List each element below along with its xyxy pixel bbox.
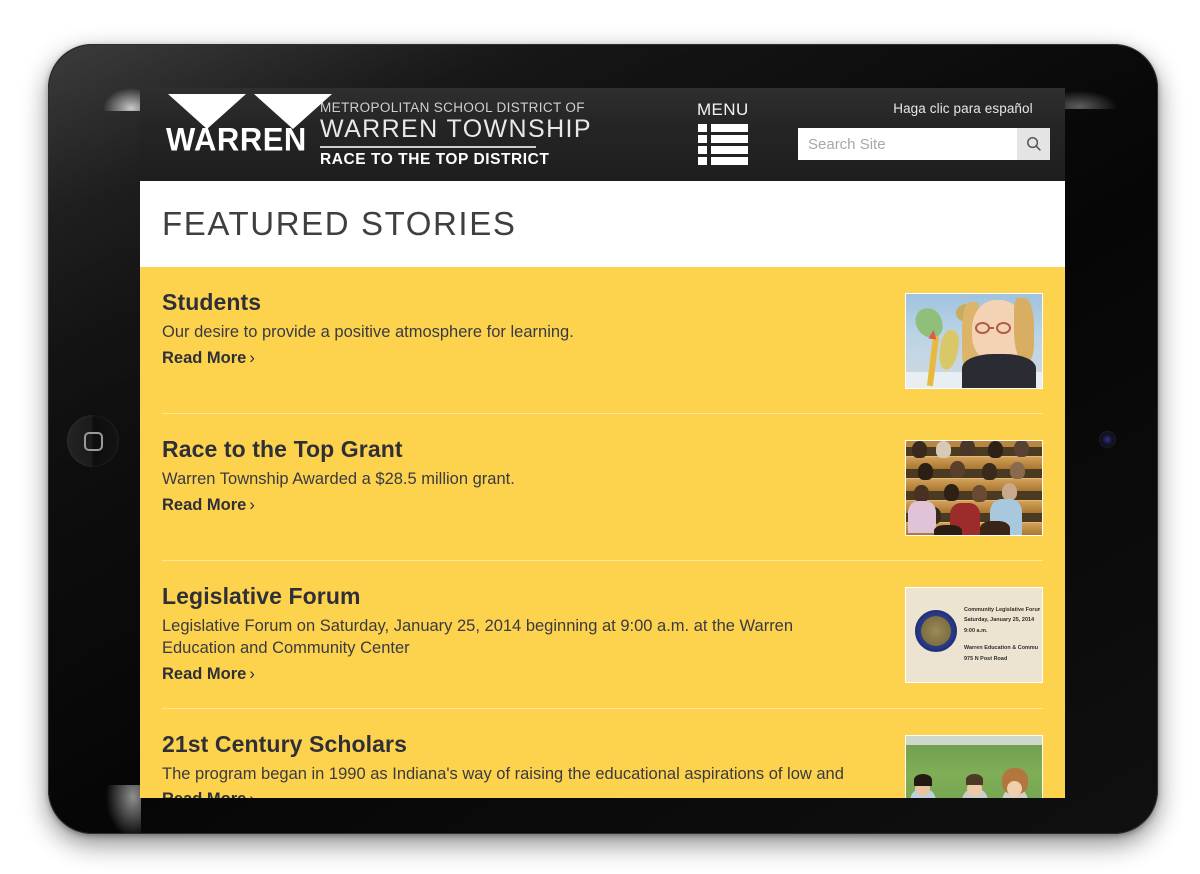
flyer-line-1: Community Legislative Forum bbox=[964, 607, 1040, 613]
bezel-highlight-top-left bbox=[99, 85, 145, 111]
chevron-right-icon: › bbox=[249, 790, 255, 798]
list-item[interactable]: 21st Century Scholars The program began … bbox=[162, 709, 1043, 798]
spanish-translation-link[interactable]: Haga clic para español bbox=[853, 101, 1065, 116]
camera-lens-dot bbox=[1105, 437, 1110, 442]
story-description: Legislative Forum on Saturday, January 2… bbox=[162, 617, 794, 657]
flyer-line-5: 975 N Post Road bbox=[964, 655, 1008, 662]
read-more-link[interactable]: Read More› bbox=[162, 790, 255, 798]
story-description: Our desire to provide a positive atmosph… bbox=[162, 323, 574, 341]
site-header: WARREN METROPOLITAN SCHOOL DISTRICT OF W… bbox=[140, 88, 1065, 181]
district-divider bbox=[320, 146, 536, 148]
read-more-label: Read More bbox=[162, 790, 246, 798]
featured-stories-list: Students Our desire to provide a positiv… bbox=[140, 267, 1065, 798]
read-more-label: Read More bbox=[162, 664, 247, 683]
flyer-line-2: Saturday, January 25, 2014 bbox=[964, 617, 1035, 624]
search-icon bbox=[1026, 137, 1041, 151]
district-line-3: RACE TO THE TOP DISTRICT bbox=[320, 151, 550, 168]
logo-wordmark: WARREN bbox=[166, 120, 307, 159]
read-more-link[interactable]: Read More› bbox=[162, 665, 255, 684]
story-text: 21st Century Scholars The program began … bbox=[162, 731, 905, 798]
page-title: FEATURED STORIES bbox=[162, 205, 517, 242]
state-seal-icon bbox=[915, 610, 957, 652]
chevron-right-icon: › bbox=[249, 664, 255, 683]
search-input[interactable] bbox=[798, 128, 1017, 160]
menu-button[interactable]: MENU bbox=[697, 100, 749, 165]
search-box bbox=[798, 128, 1050, 160]
thumbnail-students-on-grass[interactable] bbox=[905, 734, 1043, 798]
flyer-line-4: Warren Education & Commu bbox=[964, 645, 1039, 652]
home-button-square-icon bbox=[83, 431, 103, 451]
story-text: Students Our desire to provide a positiv… bbox=[162, 289, 905, 368]
district-line-2: WARREN TOWNSHIP bbox=[320, 115, 592, 143]
district-line-1: METROPOLITAN SCHOOL DISTRICT OF bbox=[320, 100, 585, 115]
tablet-screen: WARREN METROPOLITAN SCHOOL DISTRICT OF W… bbox=[140, 88, 1065, 798]
bezel-highlight-bottom-left bbox=[101, 785, 141, 833]
list-item[interactable]: Students Our desire to provide a positiv… bbox=[162, 267, 1043, 414]
story-title: Students bbox=[162, 289, 262, 315]
story-title: Legislative Forum bbox=[162, 583, 361, 609]
story-title: Race to the Top Grant bbox=[162, 436, 403, 462]
list-item[interactable]: Race to the Top Grant Warren Township Aw… bbox=[162, 414, 1043, 561]
story-text: Race to the Top Grant Warren Township Aw… bbox=[162, 436, 905, 515]
flyer-text: Community Legislative Forum Saturday, Ja… bbox=[964, 605, 1040, 664]
front-camera-icon bbox=[1099, 431, 1116, 448]
chevron-right-icon: › bbox=[249, 348, 255, 367]
district-name-block: METROPOLITAN SCHOOL DISTRICT OF WARREN T… bbox=[320, 94, 592, 169]
page-title-band: FEATURED STORIES bbox=[140, 181, 1065, 267]
warren-logo-mark: WARREN bbox=[156, 94, 332, 159]
read-more-link[interactable]: Read More› bbox=[162, 496, 255, 515]
search-submit-button[interactable] bbox=[1017, 128, 1050, 160]
bezel-highlight-top-right bbox=[1061, 89, 1121, 109]
read-more-link[interactable]: Read More› bbox=[162, 349, 255, 368]
read-more-label: Read More bbox=[162, 348, 247, 367]
read-more-label: Read More bbox=[162, 495, 247, 514]
list-menu-icon bbox=[697, 124, 748, 165]
thumbnail-student-with-map[interactable] bbox=[905, 293, 1043, 389]
site-logo[interactable]: WARREN METROPOLITAN SCHOOL DISTRICT OF W… bbox=[156, 94, 592, 169]
story-text: Legislative Forum Legislative Forum on S… bbox=[162, 583, 905, 684]
story-description: Warren Township Awarded a $28.5 million … bbox=[162, 470, 515, 488]
home-button[interactable] bbox=[67, 415, 119, 467]
chevron-right-icon: › bbox=[249, 495, 255, 514]
story-description: The program began in 1990 as Indiana's w… bbox=[162, 764, 844, 783]
menu-label: MENU bbox=[697, 100, 749, 119]
thumbnail-legislative-forum-flyer[interactable]: Community Legislative Forum Saturday, Ja… bbox=[905, 587, 1043, 683]
list-item[interactable]: Legislative Forum Legislative Forum on S… bbox=[162, 561, 1043, 709]
screenshot-root: WARREN METROPOLITAN SCHOOL DISTRICT OF W… bbox=[0, 0, 1200, 874]
thumbnail-lecture-hall[interactable] bbox=[905, 440, 1043, 536]
flyer-line-3: 9:00 a.m. bbox=[964, 627, 988, 634]
story-title: 21st Century Scholars bbox=[162, 730, 407, 757]
